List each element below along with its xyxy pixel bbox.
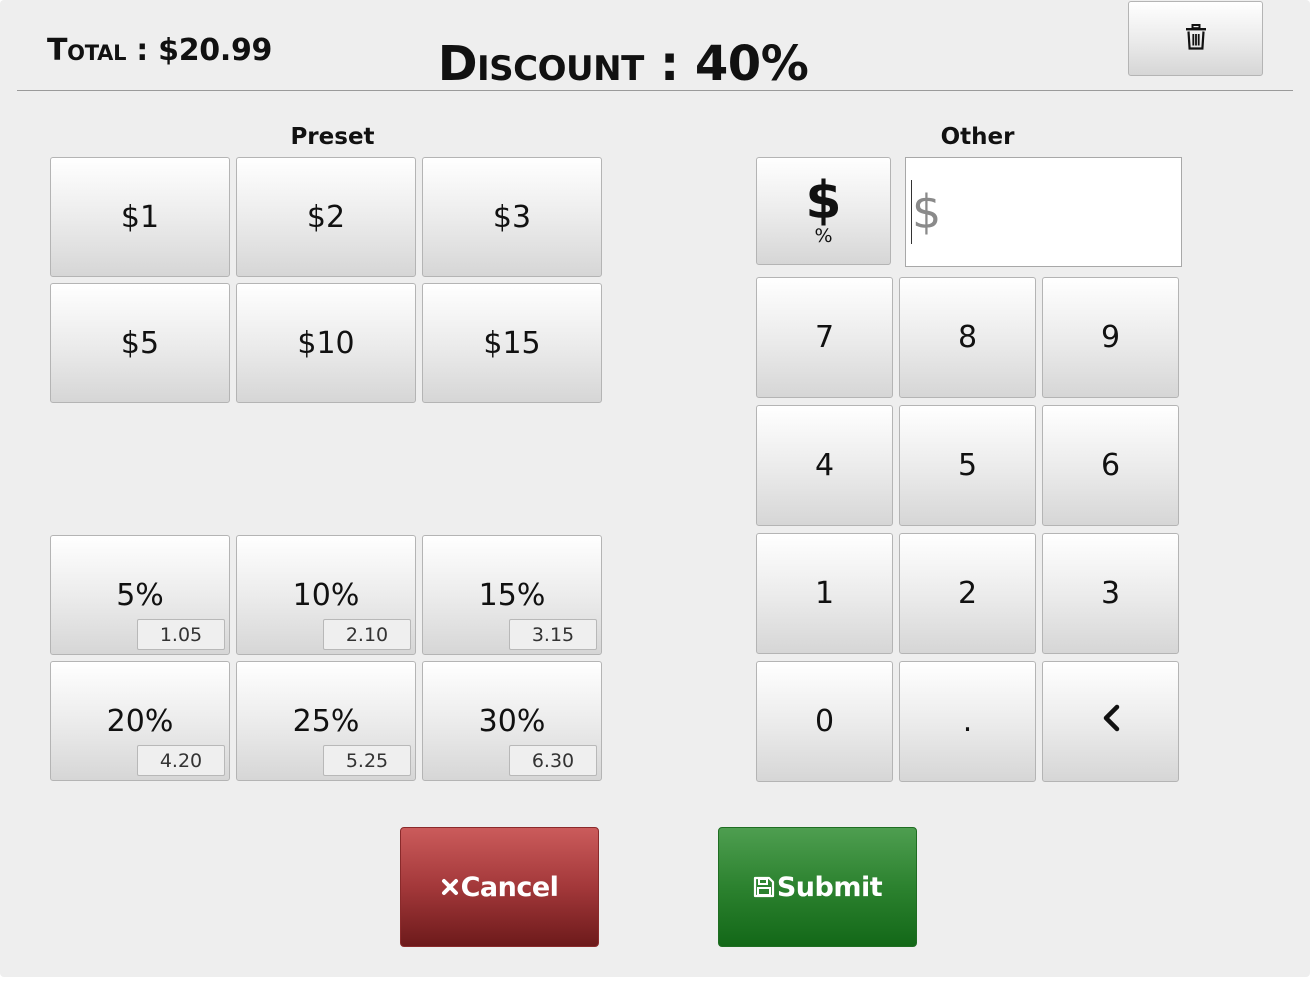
keypad-key-1[interactable]: 1: [756, 533, 893, 654]
discount-panel: Total : $20.99 Discount : 40% Preset Oth…: [0, 0, 1310, 977]
header-divider: [17, 90, 1293, 91]
percent-amount-badge: 1.05: [137, 619, 225, 650]
percent-amount-badge: 6.30: [509, 745, 597, 776]
clear-discount-button[interactable]: [1128, 1, 1263, 76]
cancel-button[interactable]: Cancel: [400, 827, 599, 947]
percent-amount-badge: 2.10: [323, 619, 411, 650]
toggle-mode-main: $: [805, 171, 842, 231]
preset-percent-button[interactable]: 25% 5.25: [236, 661, 416, 781]
preset-percent-button[interactable]: 20% 4.20: [50, 661, 230, 781]
percent-amount-badge: 3.15: [509, 619, 597, 650]
preset-amount-button[interactable]: $1: [50, 157, 230, 277]
keypad-backspace-button[interactable]: [1042, 661, 1179, 782]
percent-label: 15%: [478, 578, 546, 613]
keypad-key-8[interactable]: 8: [899, 277, 1036, 398]
percent-label: 5%: [116, 578, 164, 613]
percent-amount-badge: 4.20: [137, 745, 225, 776]
preset-amount-button[interactable]: $15: [422, 283, 602, 403]
preset-percent-button[interactable]: 5% 1.05: [50, 535, 230, 655]
close-icon: [441, 878, 459, 896]
submit-label: Submit: [776, 871, 883, 903]
save-icon: [753, 876, 775, 898]
preset-percent-button[interactable]: 15% 3.15: [422, 535, 602, 655]
percent-label: 20%: [106, 704, 174, 739]
preset-amount-button[interactable]: $10: [236, 283, 416, 403]
custom-discount-input[interactable]: [905, 157, 1182, 267]
discount-title: Discount : 40%: [437, 36, 809, 92]
percent-label: 10%: [292, 578, 360, 613]
text-caret: [911, 180, 912, 244]
preset-amount-button[interactable]: $2: [236, 157, 416, 277]
preset-amount-button[interactable]: $5: [50, 283, 230, 403]
keypad-key-6[interactable]: 6: [1042, 405, 1179, 526]
preset-percent-button[interactable]: 30% 6.30: [422, 661, 602, 781]
keypad-key-5[interactable]: 5: [899, 405, 1036, 526]
percent-amount-badge: 5.25: [323, 745, 411, 776]
other-label: Other: [940, 124, 1015, 150]
trash-icon: [1185, 23, 1207, 54]
chevron-left-icon: [1101, 704, 1121, 740]
keypad-key-4[interactable]: 4: [756, 405, 893, 526]
dollar-percent-toggle-button[interactable]: $ %: [756, 157, 891, 265]
keypad-key-3[interactable]: 3: [1042, 533, 1179, 654]
keypad-key-9[interactable]: 9: [1042, 277, 1179, 398]
preset-percent-button[interactable]: 10% 2.10: [236, 535, 416, 655]
preset-label: Preset: [290, 124, 375, 150]
toggle-mode-sub: %: [814, 225, 833, 247]
keypad-key-decimal[interactable]: .: [899, 661, 1036, 782]
keypad-key-0[interactable]: 0: [756, 661, 893, 782]
cancel-label: Cancel: [460, 871, 559, 903]
submit-button[interactable]: Submit: [718, 827, 917, 947]
preset-amount-button[interactable]: $3: [422, 157, 602, 277]
keypad-key-2[interactable]: 2: [899, 533, 1036, 654]
percent-label: 30%: [478, 704, 546, 739]
percent-label: 25%: [292, 704, 360, 739]
keypad-key-7[interactable]: 7: [756, 277, 893, 398]
